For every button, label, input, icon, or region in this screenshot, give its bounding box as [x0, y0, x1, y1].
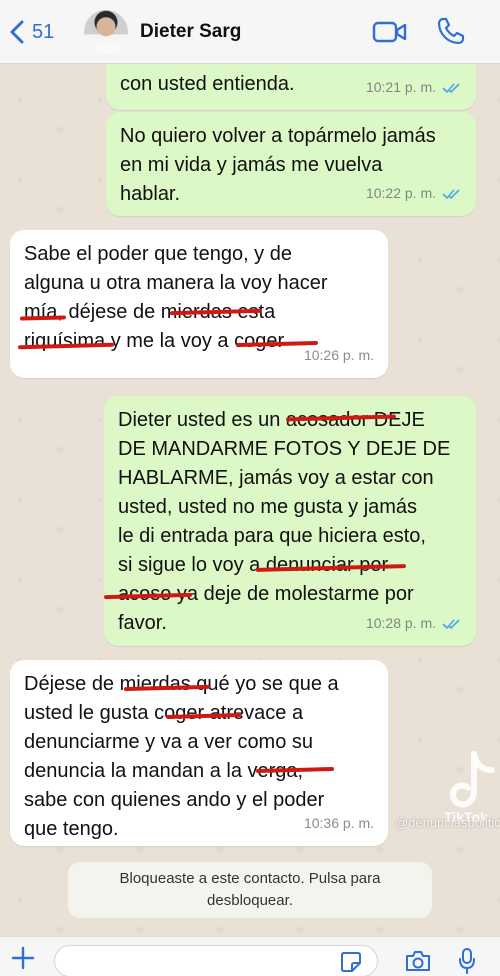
video-call-icon[interactable] [372, 20, 408, 44]
sticker-icon[interactable] [340, 951, 362, 973]
avatar[interactable] [84, 10, 128, 54]
double-check-icon [442, 618, 460, 629]
message-meta: 10:21 p. m. [366, 73, 462, 102]
phone-icon[interactable] [436, 16, 466, 46]
message-bubble-outgoing[interactable]: No quiero volver a topármelo jamás en mi… [106, 112, 476, 216]
blocked-notice-text: Bloqueaste a este contacto. Pulsa para d… [119, 870, 381, 909]
message-text: Dieter usted es un acosador DEJE DE MAND… [118, 409, 451, 634]
back-button[interactable]: 51 [6, 18, 54, 46]
watermark-handle: @denunciaspolitic [395, 815, 500, 830]
chat-header: 51 Dieter Sarg [0, 0, 500, 64]
camera-icon[interactable] [404, 949, 432, 973]
message-input[interactable] [54, 945, 378, 976]
message-time: 10:36 p. m. [303, 815, 374, 831]
chevron-left-icon [10, 20, 24, 44]
double-check-icon [442, 82, 460, 93]
message-time: 10:22 p. m. [365, 185, 436, 201]
double-check-icon [442, 188, 460, 199]
message-meta: 10:36 p. m. [304, 809, 374, 838]
contact-name[interactable]: Dieter Sarg [140, 21, 241, 43]
message-bubble-incoming[interactable]: Sabe el poder que tengo, y de alguna u o… [10, 230, 388, 378]
message-meta: 10:22 p. m. [366, 179, 462, 208]
plus-icon[interactable] [10, 945, 36, 971]
microphone-icon[interactable] [458, 947, 476, 975]
message-meta: 10:26 p. m. [304, 341, 374, 370]
message-time: 10:28 p. m. [365, 615, 436, 631]
unread-count: 51 [32, 20, 55, 43]
message-time: 10:21 p. m. [365, 79, 436, 95]
message-meta: 10:28 p. m. [366, 609, 462, 638]
message-input-bar [0, 936, 500, 976]
message-bubble-outgoing[interactable]: Dieter usted es un acosador DEJE DE MAND… [104, 396, 476, 646]
message-time: 10:26 p. m. [303, 347, 374, 363]
message-text: con usted entienda. [120, 73, 295, 95]
message-text: Sabe el poder que tengo, y de alguna u o… [24, 243, 328, 352]
blocked-contact-notice[interactable]: Bloqueaste a este contacto. Pulsa para d… [68, 862, 432, 918]
